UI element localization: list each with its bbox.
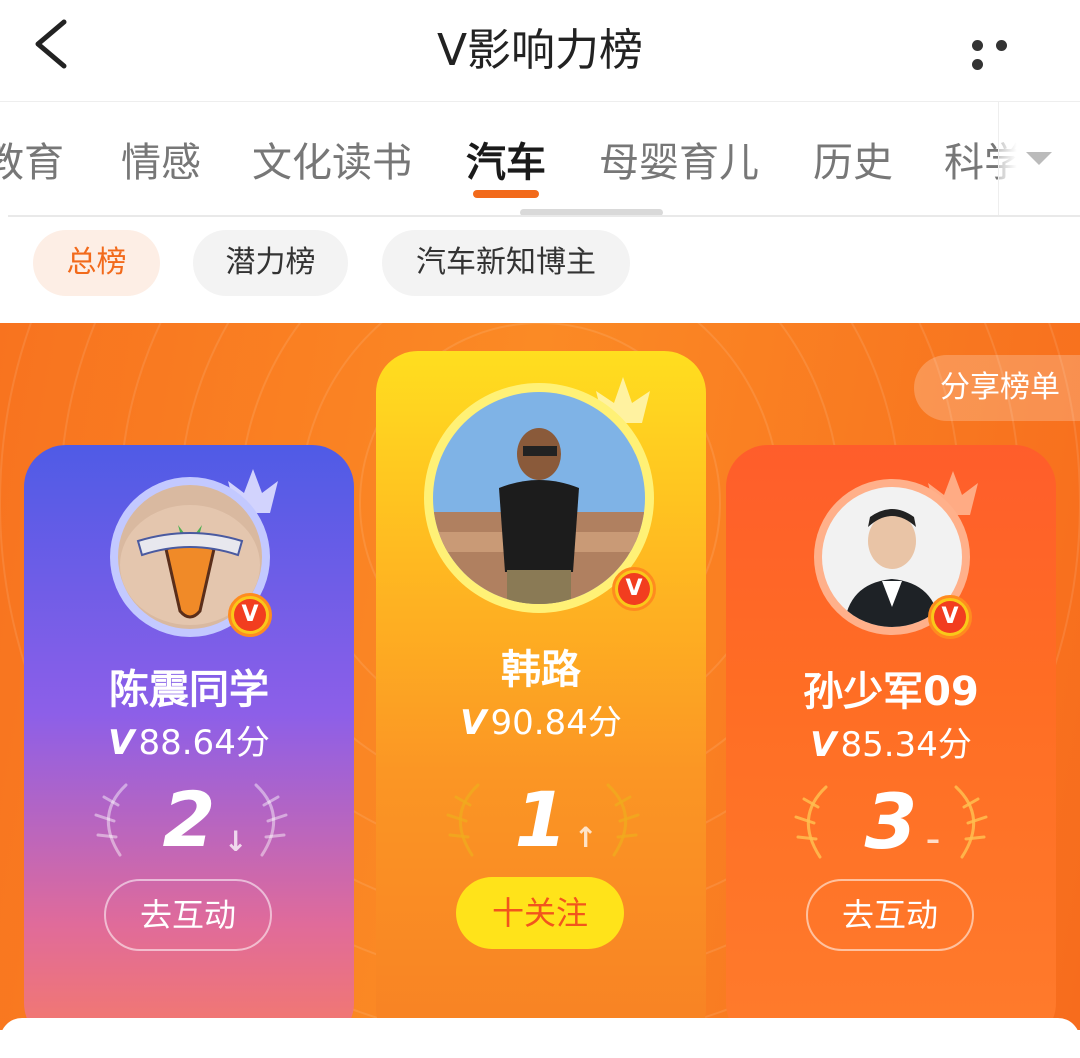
- filter-chip-potential[interactable]: 潜力榜: [193, 230, 348, 296]
- active-tab-indicator: [473, 190, 539, 198]
- influence-score: V 90.84分: [460, 703, 622, 743]
- influence-score: V 85.34分: [810, 725, 972, 765]
- list-sheet-edge: [0, 1018, 1080, 1058]
- verified-badge: V: [928, 595, 972, 639]
- tab-emotion[interactable]: 情感: [121, 130, 201, 188]
- filter-chip-auto-bloggers[interactable]: 汽车新知博主: [382, 230, 630, 296]
- rank-unchanged-icon: –: [926, 823, 940, 856]
- tab-auto[interactable]: 汽车: [466, 130, 546, 188]
- rank-number: 1: [514, 775, 568, 864]
- podium-card-rank-2[interactable]: V 陈震同学 V 88.64分 2 ↓ 去互动: [24, 445, 354, 1030]
- share-ranking-button[interactable]: 分享榜单: [914, 355, 1080, 421]
- triangle-down-icon[interactable]: [1026, 152, 1052, 165]
- top-bar: V影响力榜: [0, 0, 1080, 100]
- verified-badge: V: [228, 593, 272, 637]
- influence-score: V 88.64分: [108, 723, 270, 763]
- rank-up-arrow-icon: ↑: [574, 821, 598, 854]
- blogger-name[interactable]: 韩路: [376, 637, 706, 695]
- blogger-name[interactable]: 陈震同学: [24, 657, 354, 715]
- divider: [8, 215, 1080, 217]
- podium-card-rank-3[interactable]: V 孙少军09 V 85.34分 3 – 去互动: [726, 445, 1056, 1030]
- rank-number: 3: [864, 777, 918, 866]
- interact-button[interactable]: 去互动: [104, 879, 272, 951]
- podium-card-rank-1[interactable]: V 韩路 V 90.84分 1 ↑ 十关注: [376, 351, 706, 1030]
- more-dots-icon[interactable]: [972, 36, 1042, 70]
- tab-parenting[interactable]: 母婴育儿: [599, 130, 759, 188]
- rank-down-arrow-icon: ↓: [224, 825, 248, 858]
- avatar-image: [433, 392, 645, 604]
- page-title: V影响力榜: [436, 25, 644, 76]
- ranking-banner: 分享榜单 V 陈震同学 V 88.64分 2 ↓ 去互动 V 韩路 V 90.8…: [0, 323, 1080, 1030]
- interact-button[interactable]: 去互动: [806, 879, 974, 951]
- follow-button[interactable]: 十关注: [456, 877, 624, 949]
- tab-education[interactable]: 教育: [0, 130, 64, 188]
- category-tabs: 教育 情感 文化读书 汽车 母婴育儿 历史 科学: [0, 101, 1080, 215]
- blogger-name[interactable]: 孙少军09: [726, 659, 1056, 717]
- avatar[interactable]: [433, 392, 645, 604]
- tab-history[interactable]: 历史: [813, 130, 893, 188]
- filter-chip-overall[interactable]: 总榜: [33, 230, 160, 296]
- verified-badge: V: [612, 567, 656, 611]
- rank-number: 2: [162, 775, 216, 864]
- tab-culture-reading[interactable]: 文化读书: [252, 130, 412, 188]
